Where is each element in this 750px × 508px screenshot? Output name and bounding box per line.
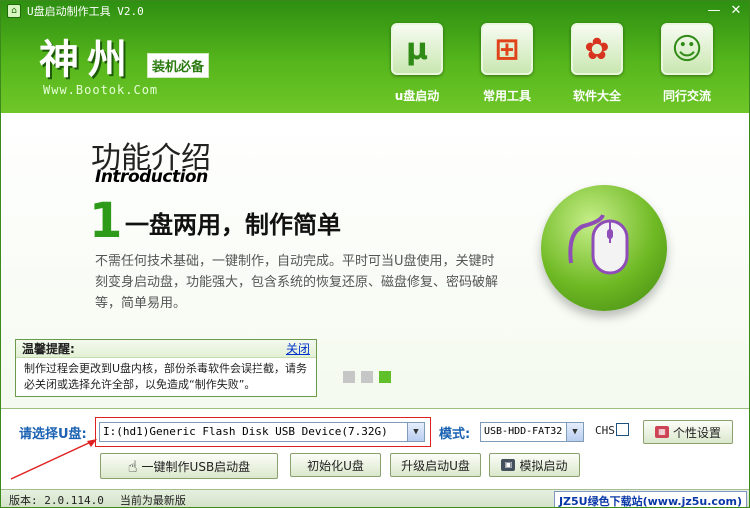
carousel-dots xyxy=(343,371,391,383)
chevron-down-icon[interactable]: ▼ xyxy=(566,423,583,441)
feature-description: 不需任何技术基础，一键制作，自动完成。平时可当U盘使用，关键时刻变身启动盘，功能… xyxy=(95,254,499,311)
chs-label: CHS xyxy=(595,424,615,437)
mode-select[interactable]: USB-HDD-FAT32 ▼ xyxy=(480,422,584,442)
device-select[interactable]: I:(hd1)Generic Flash Disk USB Device(7.3… xyxy=(99,422,425,442)
close-button[interactable]: ✕ xyxy=(727,3,745,19)
simulate-boot-label: 模拟启动 xyxy=(519,458,568,473)
make-usb-label: 一键制作USB启动盘 xyxy=(141,459,251,474)
header-banner: ⌂ U盘启动制作工具 V2.0 — ✕ 神州 装机必备 Www.Bootok.C… xyxy=(1,1,749,113)
tip-header: 温馨提醒: 关闭 xyxy=(16,340,316,358)
mode-label: 模式: xyxy=(439,427,471,442)
title-bar: ⌂ U盘启动制作工具 V2.0 — ✕ xyxy=(1,1,749,21)
tip-close-link[interactable]: 关闭 xyxy=(286,340,310,357)
version-text: 版本: 2.0.114.0 xyxy=(9,493,104,507)
tip-title: 温馨提醒: xyxy=(22,342,75,356)
make-usb-button[interactable]: ☝ 一键制作USB启动盘 xyxy=(100,453,278,479)
nav-common-tools[interactable]: ⊞ 常用工具 xyxy=(472,23,542,109)
brand-url: Www.Bootok.Com xyxy=(43,83,159,97)
carousel-dot-1[interactable] xyxy=(343,371,355,383)
nav-software[interactable]: ✿ 软件大全 xyxy=(562,23,632,109)
hand-pointer-icon: ☝ xyxy=(127,456,138,476)
nav-label: 同行交流 xyxy=(662,89,711,103)
nav-label: 常用工具 xyxy=(482,89,531,103)
app-icon: ⌂ xyxy=(7,4,21,18)
init-usb-label: 初始化U盘 xyxy=(307,458,364,473)
control-panel: 请选择U盘: I:(hd1)Generic Flash Disk USB Dev… xyxy=(1,408,749,488)
upgrade-usb-button[interactable]: 升级启动U盘 xyxy=(390,453,481,477)
device-select-label: 请选择U盘: xyxy=(19,427,87,442)
tip-body: 制作过程会更改到U盘内核，部份杀毒软件会误拦截，请务必关闭或选择允许全部，以免造… xyxy=(24,362,308,391)
window-title: U盘启动制作工具 V2.0 xyxy=(27,5,144,18)
update-status-text: 当前为最新版 xyxy=(119,493,186,507)
feature-heading-en: Introduction xyxy=(95,167,208,187)
window-controls: — ✕ xyxy=(705,3,745,19)
minimize-button[interactable]: — xyxy=(705,3,723,19)
utorrent-icon: μ xyxy=(391,23,443,75)
nav-label: u盘启动 xyxy=(394,89,440,103)
feature-panel: 功能介绍 Introduction 1 一盘两用，制作简单 不需任何技术基础，一… xyxy=(1,113,749,408)
carousel-dot-2[interactable] xyxy=(361,371,373,383)
feature-headline: 一盘两用，制作简单 xyxy=(125,211,341,239)
personalize-label: 个性设置 xyxy=(672,425,721,440)
personalize-button[interactable]: ▦ 个性设置 xyxy=(643,420,733,444)
brand-logo: 神州 xyxy=(39,36,135,83)
chs-checkbox[interactable] xyxy=(616,423,629,436)
nav-community[interactable]: ☺ 同行交流 xyxy=(652,23,722,109)
app-window: ⌂ U盘启动制作工具 V2.0 — ✕ 神州 装机必备 Www.Bootok.C… xyxy=(0,0,750,508)
device-select-value: I:(hd1)Generic Flash Disk USB Device(7.3… xyxy=(103,425,388,438)
chat-icon: ☺ xyxy=(661,23,713,75)
nav-usb-boot[interactable]: μ u盘启动 xyxy=(382,23,452,109)
init-usb-button[interactable]: 初始化U盘 xyxy=(290,453,381,477)
brand-tag: 装机必备 xyxy=(147,53,210,78)
nav-label: 软件大全 xyxy=(572,89,621,103)
watermark-text: JZ5U绿色下载站(www.jz5u.com) xyxy=(553,491,747,507)
mode-select-value: USB-HDD-FAT32 xyxy=(484,426,563,437)
monitor-icon: ▣ xyxy=(501,459,516,471)
tip-box: 温馨提醒: 关闭 制作过程会更改到U盘内核，部份杀毒软件会误拦截，请务必关闭或选… xyxy=(15,339,317,397)
upgrade-usb-label: 升级启动U盘 xyxy=(401,458,470,473)
feature-number: 1 xyxy=(89,193,123,249)
mouse-icon xyxy=(541,185,667,311)
picasa-icon: ✿ xyxy=(571,23,623,75)
chevron-down-icon[interactable]: ▼ xyxy=(407,423,424,441)
simulate-boot-button[interactable]: ▣ 模拟启动 xyxy=(489,453,580,477)
status-bar: 版本: 2.0.114.0 当前为最新版 JZ5U绿色下载站(www.jz5u.… xyxy=(1,489,749,507)
carousel-dot-3[interactable] xyxy=(379,371,391,383)
windows-icon: ⊞ xyxy=(481,23,533,75)
palette-icon: ▦ xyxy=(654,426,669,438)
